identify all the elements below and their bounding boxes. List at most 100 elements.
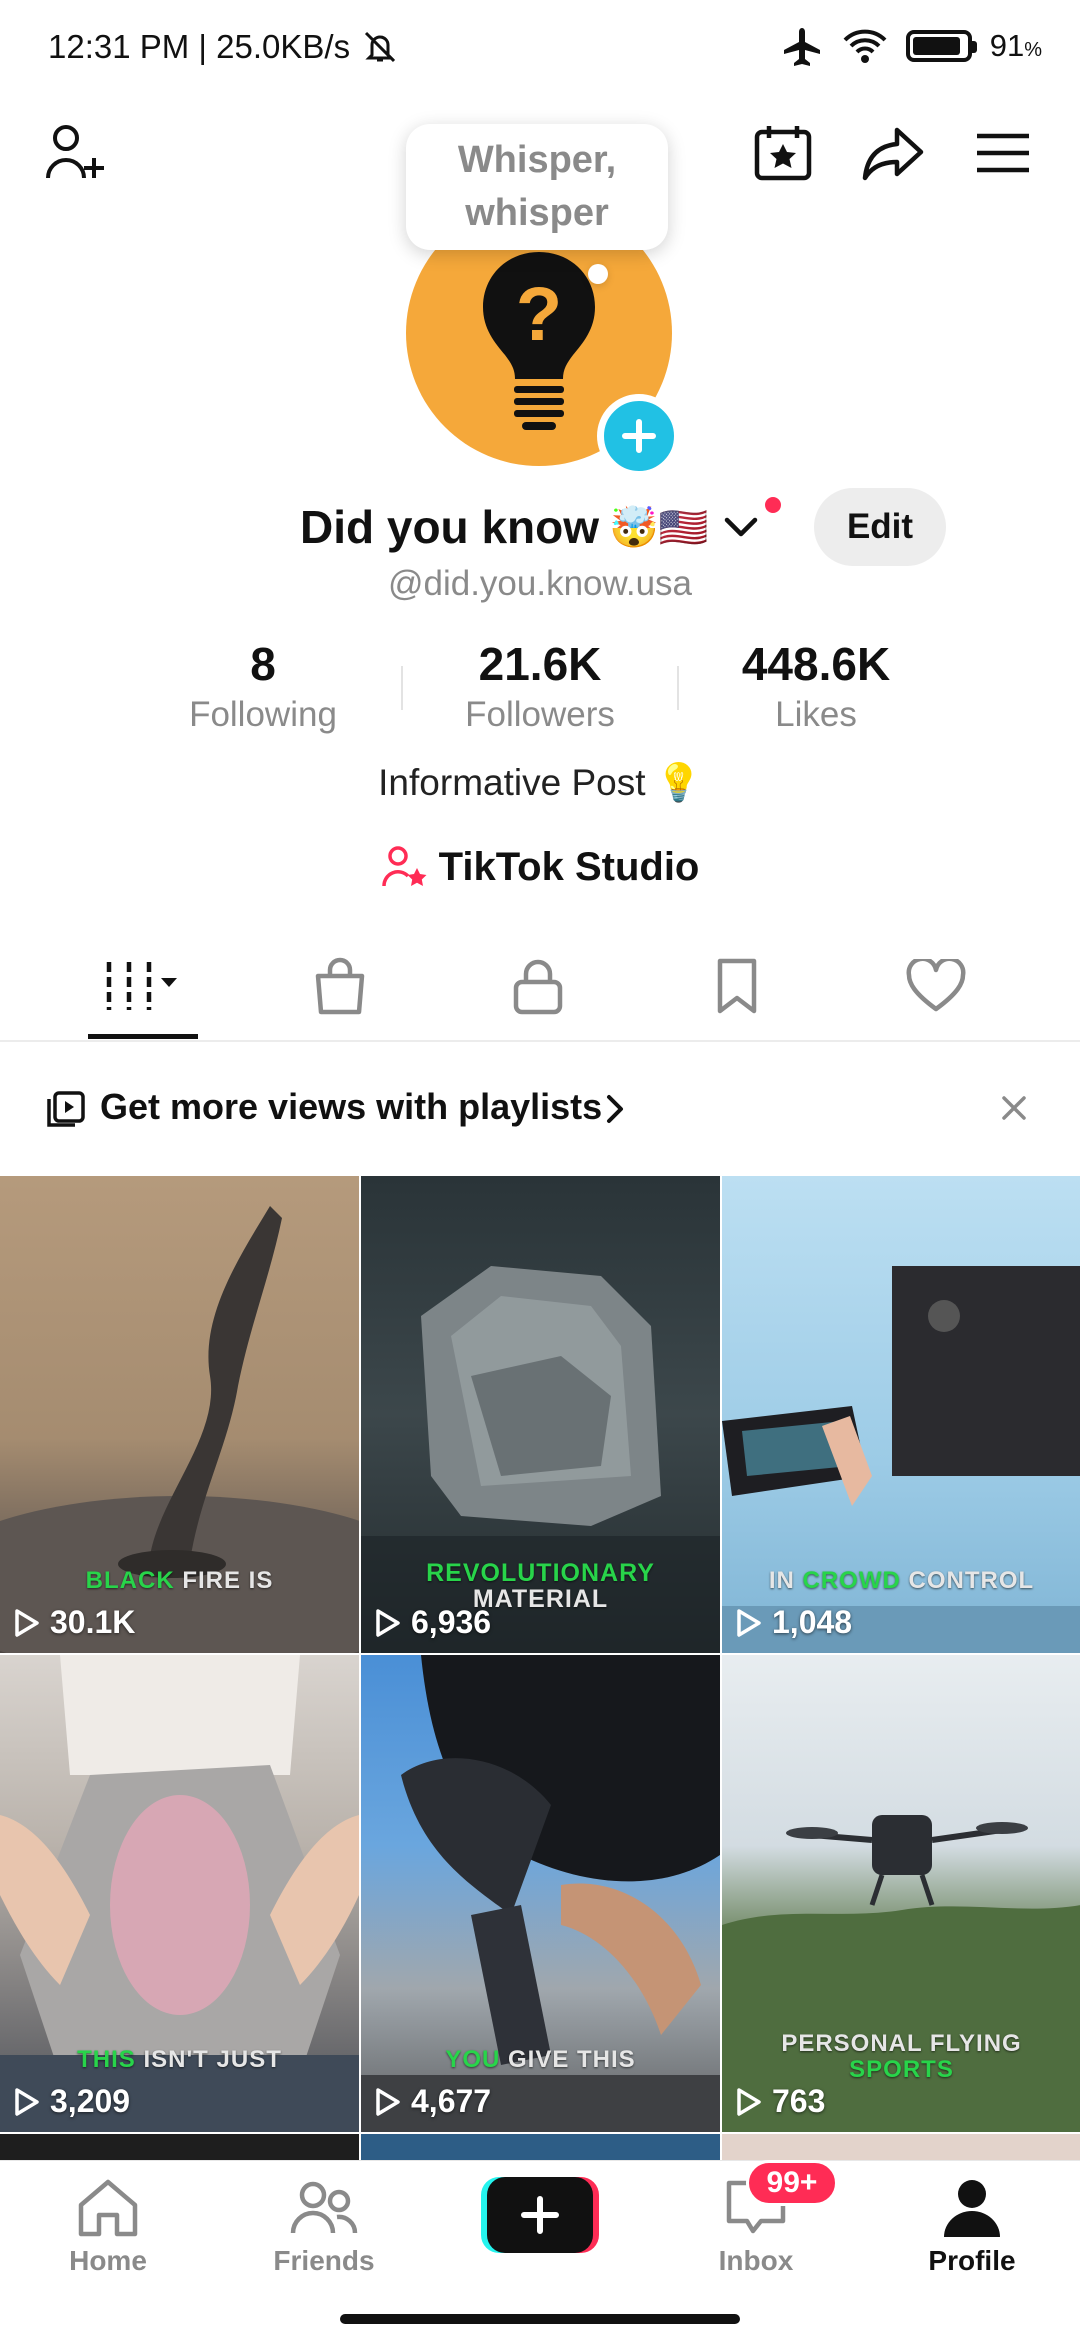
profile-stats: 8 Following 21.6K Followers 448.6K Likes — [0, 636, 1080, 736]
nav-label: Friends — [273, 2245, 375, 2276]
caption-highlight: YOU — [445, 2046, 501, 2073]
video-thumbnail[interactable]: YOU GIVE THIS 4,677 — [361, 1655, 720, 2132]
display-name: Did you know — [300, 501, 599, 553]
stat-value: 8 — [250, 638, 276, 690]
view-count-value: 3,209 — [50, 2083, 131, 2119]
stat-following[interactable]: 8 Following — [123, 636, 403, 738]
video-thumbnail[interactable]: BLACK FIRE IS 30.1K — [0, 1176, 359, 1653]
view-count: 4,677 — [375, 2083, 491, 2120]
battery-icon — [905, 30, 977, 62]
tab-shop[interactable] — [240, 930, 440, 1042]
close-icon — [1002, 1096, 1026, 1120]
studio-label: TikTok Studio — [438, 844, 700, 889]
whisper-tooltip[interactable]: Whisper, whisper — [406, 124, 668, 250]
stat-value: 21.6K — [478, 638, 602, 690]
nav-label: Home — [69, 2245, 147, 2276]
view-count: 763 — [736, 2083, 825, 2120]
view-count-value: 4,677 — [411, 2083, 492, 2119]
video-caption: YOU GIVE THIS — [361, 2047, 720, 2073]
heart-icon — [906, 959, 966, 1012]
play-icon — [376, 1608, 400, 1637]
tab-saved[interactable] — [637, 930, 837, 1042]
tooltip-tail — [588, 264, 608, 284]
share-icon — [862, 127, 924, 181]
caption-text: CONTROL — [900, 1567, 1035, 1594]
video-thumbnail[interactable]: IN CROWD CONTROL 1,048 — [722, 1176, 1080, 1653]
tooltip-text: Whisper, whisper — [457, 139, 617, 234]
plus-icon — [622, 419, 656, 453]
add-story-button[interactable] — [597, 394, 681, 478]
home-indicator[interactable] — [340, 2314, 740, 2324]
video-caption: IN CROWD CONTROL — [722, 1568, 1080, 1594]
play-icon — [376, 2087, 400, 2116]
menu-button[interactable] — [968, 118, 1038, 188]
caption-text: GIVE THIS — [500, 2046, 636, 2073]
view-count: 3,209 — [14, 2083, 130, 2120]
status-bar: 12:31 PM | 25.0KB/s 91% — [0, 0, 1080, 96]
tab-private[interactable] — [438, 930, 638, 1042]
bookmark-icon — [717, 958, 757, 1014]
name-emojis: 🤯🇺🇸 — [609, 505, 709, 550]
nav-label: Profile — [928, 2245, 1016, 2276]
caption-highlight: CROWD — [802, 1567, 901, 1594]
profile-tabs — [0, 930, 1080, 1042]
video-thumbnail[interactable]: REVOLUTIONARY MATERIAL 6,936 — [361, 1176, 720, 1653]
status-left: 12:31 PM | 25.0KB/s — [48, 28, 400, 66]
battery-percent-unit: % — [1024, 39, 1042, 61]
grid-videos-icon — [106, 962, 177, 1010]
calendar-star-icon — [754, 126, 812, 181]
caption-text-pre: IN — [768, 1567, 803, 1594]
video-caption: BLACK FIRE IS — [0, 1568, 359, 1594]
video-thumbnail[interactable]: THIS ISN'T JUST 3,209 — [0, 1655, 359, 2132]
play-icon — [737, 2087, 761, 2116]
view-count: 30.1K — [14, 1604, 135, 1641]
creator-calendar-button[interactable] — [748, 118, 818, 188]
tiktok-studio-link[interactable]: TikTok Studio — [0, 844, 1080, 890]
caption-highlight: REVOLUTIONARY — [426, 1559, 655, 1587]
edit-profile-button[interactable]: Edit — [814, 488, 946, 566]
caption-text-pre: PERSONAL FLYING — [781, 2030, 1022, 2057]
video-caption: PERSONAL FLYING SPORTS — [722, 2031, 1080, 2083]
chevron-down-icon[interactable] — [721, 512, 761, 542]
edit-label: Edit — [846, 507, 914, 546]
active-tab-indicator — [88, 1034, 198, 1039]
shopping-bag-icon — [315, 957, 365, 1015]
create-button[interactable] — [481, 2177, 599, 2253]
view-count-value: 763 — [772, 2083, 826, 2119]
tab-videos[interactable] — [44, 930, 244, 1042]
video-thumbnail[interactable]: PERSONAL FLYING SPORTS 763 — [722, 1655, 1080, 2132]
play-icon — [15, 2087, 39, 2116]
status-time-speed: 12:31 PM | 25.0KB/s — [48, 28, 351, 65]
playlist-icon — [47, 1091, 85, 1127]
caption-highlight: BLACK — [85, 1567, 175, 1594]
view-count-value: 6,936 — [411, 1604, 492, 1640]
share-profile-button[interactable] — [858, 118, 928, 188]
stat-likes[interactable]: 448.6K Likes — [676, 636, 956, 738]
nav-home[interactable]: Home — [8, 2177, 208, 2297]
nav-profile[interactable]: Profile — [872, 2177, 1072, 2297]
inbox-badge: 99+ — [746, 2160, 838, 2206]
tab-liked[interactable] — [836, 930, 1036, 1042]
add-friend-button[interactable] — [40, 118, 114, 188]
view-count: 6,936 — [375, 1604, 491, 1641]
hamburger-menu-icon — [977, 133, 1029, 173]
stat-value: 448.6K — [741, 638, 891, 690]
stat-followers[interactable]: 21.6K Followers — [400, 636, 680, 738]
view-count-value: 30.1K — [50, 1604, 136, 1640]
person-star-icon — [381, 846, 427, 887]
close-banner-button[interactable] — [994, 1088, 1034, 1128]
nav-label: Inbox — [718, 2245, 794, 2276]
friends-icon — [290, 2181, 358, 2234]
stat-label: Likes — [775, 695, 857, 734]
play-icon — [15, 1608, 39, 1637]
stat-label: Following — [189, 695, 337, 734]
airplane-icon — [783, 28, 820, 66]
caption-highlight: THIS — [77, 2046, 136, 2073]
profile-name-row[interactable]: Did you know 🤯🇺🇸 — [300, 496, 761, 558]
notification-dot — [762, 494, 784, 516]
caption-text: FIRE IS — [174, 1567, 274, 1594]
battery-percent: 91% — [990, 28, 1042, 64]
stat-label: Followers — [465, 695, 615, 734]
nav-friends[interactable]: Friends — [224, 2177, 424, 2297]
playlist-banner[interactable]: Get more views with playlists — [0, 1042, 1080, 1176]
